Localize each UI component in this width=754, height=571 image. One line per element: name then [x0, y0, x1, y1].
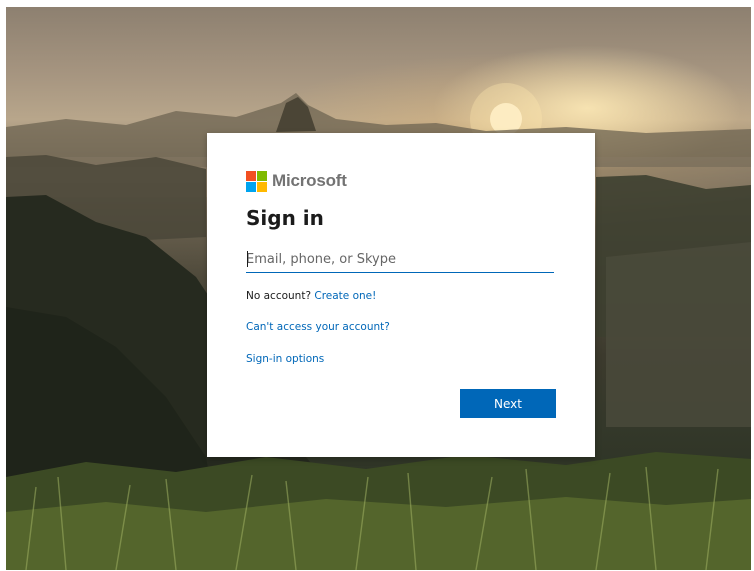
next-button[interactable]: Next — [460, 389, 556, 418]
text-cursor — [247, 251, 248, 267]
logo-square-blue — [246, 181, 256, 192]
create-account-link[interactable]: Create one! — [314, 290, 376, 302]
sign-in-options-link[interactable]: Sign-in options — [246, 353, 324, 365]
page-title: Sign in — [246, 206, 324, 230]
logo-square-red — [246, 170, 256, 181]
cant-access-account-link[interactable]: Can't access your account? — [246, 321, 390, 333]
microsoft-logo-icon — [246, 170, 267, 192]
logo-square-yellow — [257, 181, 267, 192]
sign-in-options-row: Sign-in options — [246, 353, 324, 365]
no-account-text: No account? — [246, 290, 315, 302]
microsoft-brand: Microsoft — [246, 170, 347, 192]
logo-square-green — [257, 170, 267, 181]
sign-in-card: Microsoft Sign in No account? Create one… — [207, 133, 595, 457]
brand-name: Microsoft — [272, 171, 347, 190]
no-account-row: No account? Create one! — [246, 290, 376, 302]
email-phone-skype-input[interactable] — [246, 246, 554, 273]
cant-access-row: Can't access your account? — [246, 321, 390, 333]
